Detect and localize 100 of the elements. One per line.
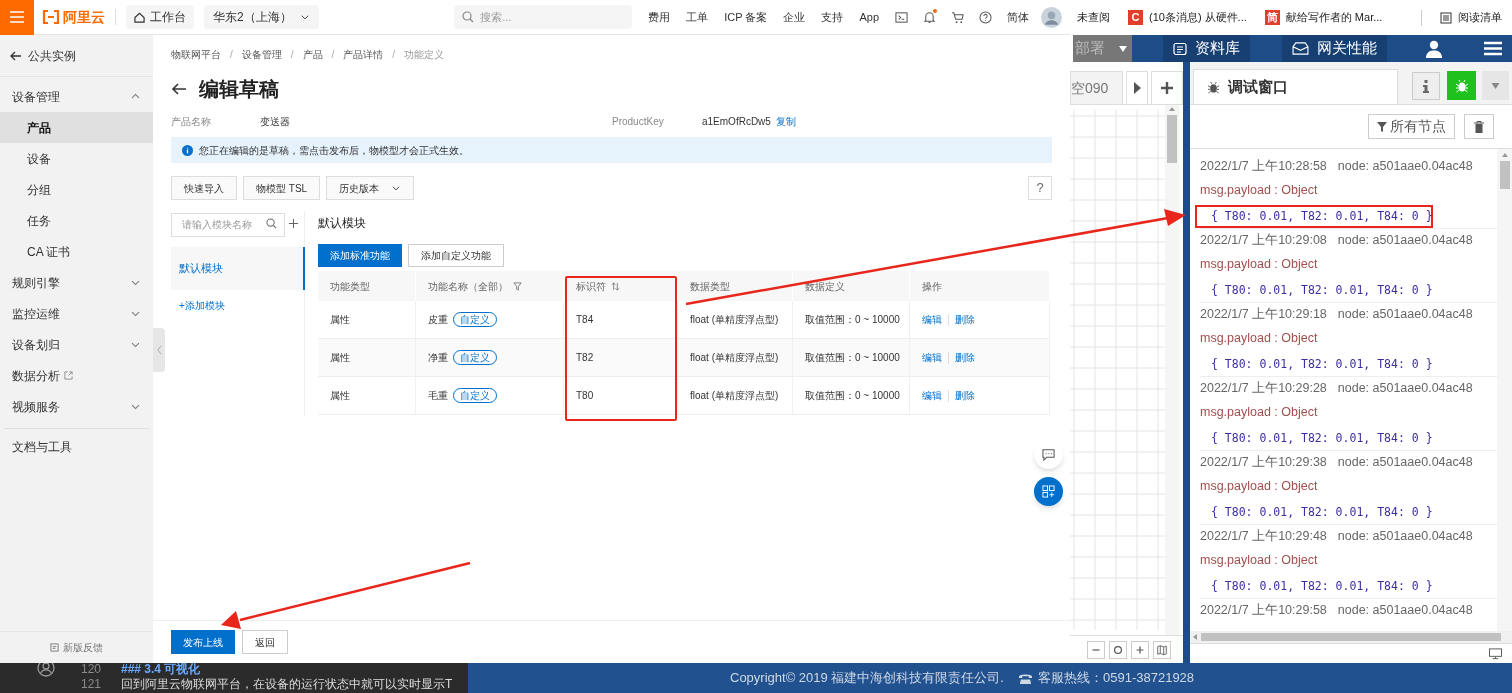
action-link[interactable]: 删除 bbox=[955, 388, 975, 403]
sort-icon[interactable] bbox=[611, 281, 620, 291]
sidebar-item[interactable]: 文档与工具 bbox=[0, 429, 153, 465]
scrollbar[interactable] bbox=[1165, 105, 1179, 635]
reading-list-button[interactable]: 阅读清单 bbox=[1440, 9, 1502, 26]
debug-tab[interactable]: 调试窗口 bbox=[1193, 69, 1398, 104]
filter-button[interactable]: 所有节点 bbox=[1368, 114, 1455, 139]
source-label: node: a501aae0.04ac48 bbox=[1337, 232, 1473, 249]
bracket-logo-icon bbox=[42, 10, 60, 24]
zoom-button[interactable] bbox=[1087, 640, 1105, 659]
flow-tab[interactable]: 空090 bbox=[1070, 71, 1123, 104]
sidebar-item[interactable]: 设备管理 bbox=[0, 81, 153, 112]
nav-link[interactable]: App bbox=[859, 8, 879, 26]
nav-tab[interactable]: 资料库 bbox=[1163, 35, 1250, 62]
scroll-tabs-button[interactable] bbox=[1126, 71, 1148, 104]
sidebar-item[interactable]: 规则引擎 bbox=[0, 267, 153, 298]
plus-icon bbox=[1161, 82, 1173, 94]
bookmark[interactable]: C (10条消息) 从硬件... bbox=[1128, 9, 1247, 26]
sidebar-item[interactable]: 视频服务 bbox=[0, 391, 153, 422]
sidebar-item[interactable]: 设备划归 bbox=[0, 329, 153, 360]
breadcrumb-link[interactable]: 物联网平台 bbox=[171, 47, 221, 62]
back-arrow-icon[interactable] bbox=[171, 81, 187, 97]
add-flow-button[interactable] bbox=[1151, 71, 1183, 104]
sidebar-subitem[interactable]: CA 证书 bbox=[0, 236, 153, 267]
filter-icon[interactable] bbox=[513, 281, 522, 291]
collapse-handle[interactable] bbox=[153, 328, 165, 372]
nav-tab[interactable]: 网关性能 bbox=[1282, 35, 1387, 62]
scrollbar[interactable] bbox=[1497, 149, 1512, 631]
sidebar-item[interactable]: 监控运维 bbox=[0, 298, 153, 329]
source-label: node: a501aae0.04ac48 bbox=[1337, 306, 1473, 323]
back-link[interactable]: 公共实例 bbox=[0, 35, 153, 77]
user-icon[interactable] bbox=[1426, 39, 1442, 58]
zoom-button[interactable] bbox=[1153, 640, 1171, 659]
clear-button[interactable] bbox=[1464, 114, 1494, 139]
table-cell-text: float (单精度浮点型) bbox=[690, 313, 779, 327]
line-number: 120 bbox=[81, 663, 101, 677]
menu-icon[interactable] bbox=[1484, 41, 1502, 56]
help-icon[interactable] bbox=[979, 10, 992, 24]
scrollbar[interactable] bbox=[1190, 631, 1512, 643]
bookmark[interactable]: 简 献给写作者的 Mar... bbox=[1264, 9, 1383, 26]
scrollbar-thumb[interactable] bbox=[1201, 633, 1501, 641]
footer-button[interactable]: 发布上线 bbox=[171, 630, 235, 654]
trash-icon bbox=[1474, 120, 1484, 133]
action-link[interactable]: 编辑 bbox=[922, 350, 942, 365]
breadcrumb-link[interactable]: 产品 bbox=[302, 47, 323, 62]
module-search-field[interactable]: 请输入模块名称 bbox=[171, 212, 285, 237]
sidebar-subitem[interactable]: 任务 bbox=[0, 205, 153, 236]
table-cell-text: 取值范围：0 ~ 10000 bbox=[805, 351, 900, 365]
menu-button[interactable] bbox=[0, 0, 34, 35]
monitor-icon[interactable] bbox=[1489, 647, 1502, 660]
search-field[interactable]: 搜索... bbox=[454, 5, 633, 29]
toolbar-button[interactable]: 快速导入 bbox=[171, 176, 237, 200]
nav-link[interactable]: 企业 bbox=[783, 8, 806, 26]
bell-icon[interactable] bbox=[923, 10, 936, 24]
zoom-button[interactable] bbox=[1109, 640, 1127, 659]
avatar[interactable] bbox=[1041, 6, 1062, 28]
bookmark[interactable]: 未查阅 bbox=[1077, 9, 1110, 26]
copy-link[interactable]: 复制 bbox=[775, 113, 796, 129]
action-link[interactable]: 删除 bbox=[955, 350, 975, 365]
footer-button[interactable]: 返回 bbox=[242, 630, 288, 654]
history-dropdown[interactable]: 历史版本 bbox=[326, 176, 415, 200]
apps-button[interactable] bbox=[1034, 477, 1063, 506]
scrollbar-thumb[interactable] bbox=[1167, 115, 1177, 163]
nav-link[interactable]: 支持 bbox=[821, 8, 844, 26]
region-dropdown[interactable]: 华东2（上海） bbox=[204, 5, 319, 29]
terminal-icon[interactable] bbox=[895, 10, 908, 24]
sidebar-subitem[interactable]: 分组 bbox=[0, 174, 153, 205]
action-link[interactable]: 编辑 bbox=[922, 312, 942, 327]
sidebar-subitem[interactable]: 产品 bbox=[0, 112, 153, 143]
chat-button[interactable] bbox=[1034, 440, 1063, 469]
external-link-icon bbox=[64, 371, 73, 380]
bug-icon bbox=[1207, 80, 1220, 94]
toolbar-button[interactable]: 物模型 TSL bbox=[243, 176, 321, 200]
language-link[interactable]: 简体 bbox=[1007, 8, 1029, 26]
workbench-button[interactable]: 工作台 bbox=[126, 5, 194, 29]
debug-button[interactable] bbox=[1447, 71, 1476, 100]
scrollbar-thumb[interactable] bbox=[1499, 161, 1510, 189]
module-item[interactable]: 默认模块 bbox=[171, 247, 305, 290]
action-link[interactable]: 编辑 bbox=[922, 388, 942, 403]
action-link[interactable]: 删除 bbox=[955, 312, 975, 327]
cart-icon[interactable] bbox=[951, 10, 964, 24]
sidebar-subitem[interactable]: 设备 bbox=[0, 143, 153, 174]
nav-link[interactable]: 工单 bbox=[686, 8, 709, 26]
dropdown-button[interactable] bbox=[1482, 71, 1509, 100]
zoom-button[interactable] bbox=[1131, 640, 1149, 659]
action-button[interactable]: 添加标准功能 bbox=[318, 244, 402, 267]
envelope-icon bbox=[1292, 42, 1309, 55]
account-icon[interactable] bbox=[37, 663, 55, 677]
action-button[interactable]: 添加自定义功能 bbox=[408, 244, 504, 267]
plus-icon[interactable] bbox=[288, 217, 299, 229]
message-payload: { T80: 0.01, T82: 0.01, T84: 0 } bbox=[1211, 429, 1433, 447]
add-module-link[interactable]: +添加模块 bbox=[171, 298, 304, 313]
sidebar-item[interactable]: 数据分析 bbox=[0, 360, 153, 391]
nav-link[interactable]: 费用 bbox=[648, 8, 671, 26]
message-label: msg.payload : Object bbox=[1200, 255, 1319, 273]
breadcrumb-link[interactable]: 产品详情 bbox=[343, 47, 384, 62]
nav-link[interactable]: ICP 备案 bbox=[724, 8, 768, 26]
info-button[interactable] bbox=[1412, 72, 1440, 100]
help-button[interactable]: ? bbox=[1028, 176, 1052, 200]
breadcrumb-link[interactable]: 设备管理 bbox=[241, 47, 282, 62]
